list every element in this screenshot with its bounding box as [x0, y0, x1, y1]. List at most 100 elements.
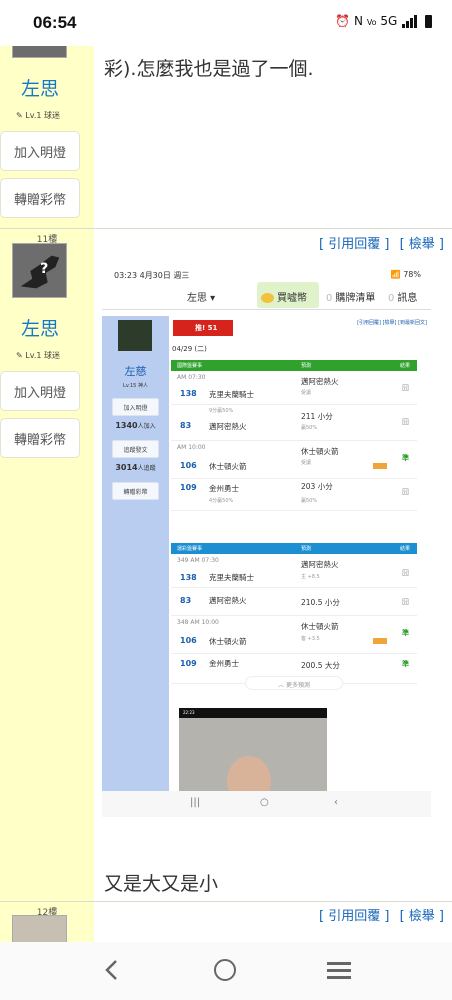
- embedded-trackers: 3014人追蹤: [102, 463, 169, 472]
- table-header-cell: 國際盤賽事: [177, 363, 203, 369]
- embedded-video-time: 22:23: [179, 708, 327, 718]
- team-name: 克里夫蘭騎士: [209, 573, 254, 582]
- table-header-cell: 結果: [400, 546, 411, 552]
- result: 囧: [402, 488, 409, 496]
- volte-icon: Vo: [366, 18, 377, 27]
- embedded-recents-icon: |||: [190, 797, 201, 808]
- post-divider: [0, 901, 452, 902]
- table-row: AM 07:30 138 克里夫蘭騎士 邁阿密熱火 受讓 囧: [171, 371, 417, 405]
- embedded-track-button: 追蹤發文: [112, 440, 159, 458]
- network-type: 5G: [380, 14, 398, 28]
- system-nav-bar: [0, 942, 452, 1000]
- follow-button[interactable]: 加入明燈: [0, 371, 80, 411]
- table-row: 349 AM 07:30 138 克里夫蘭騎士 邁阿密熱火 主 +8.5 囧: [171, 554, 417, 588]
- prediction-detail: 贏50%: [301, 425, 318, 431]
- follow-button[interactable]: 加入明燈: [0, 131, 80, 171]
- prediction: 休士頓火箭: [301, 447, 339, 456]
- embedded-follow-button: 加入明燈: [112, 398, 159, 416]
- table-row: AM 10:00 106 休士頓火箭 休士頓火箭 受讓 準: [171, 441, 417, 479]
- result: 準: [402, 660, 409, 668]
- table-row: 9分贏50% 83 邁阿密熱火 211 小分 贏50% 囧: [171, 405, 417, 441]
- report-link[interactable]: [ 檢舉 ]: [400, 237, 444, 252]
- user-level-text: Lv.1 球迷: [25, 351, 60, 360]
- team-name: 金州勇士: [209, 484, 239, 493]
- username[interactable]: 左思: [0, 74, 80, 101]
- user-level-text: Lv.1 球迷: [25, 111, 60, 120]
- table-header-cell: 結果: [400, 363, 411, 369]
- embedded-cart-count: 0: [326, 293, 333, 304]
- quote-reply-link[interactable]: [ 引用回覆 ]: [319, 237, 389, 252]
- embedded-nav: 左思 ▾ 買嘘幣 0 購牌清單 0 訊息: [102, 280, 431, 310]
- post-actions: [ 引用回覆 ] [ 檢舉 ]: [313, 905, 444, 924]
- team-number: 138: [180, 573, 197, 582]
- person-image: [227, 756, 271, 791]
- team-name: 休士頓火箭: [209, 637, 247, 646]
- embedded-system-nav: ||| ○ ‹: [102, 791, 431, 817]
- team-number: 83: [180, 596, 192, 605]
- embedded-user-menu: 左思 ▾: [187, 293, 216, 304]
- table-header: 運彩盤賽事 預測 結果: [171, 543, 417, 554]
- attached-screenshot[interactable]: 03:23 4月30日 週三 📶 78% 左思 ▾ 買嘘幣 0 購牌清單 0 訊息 …: [102, 264, 431, 817]
- embedded-video-thumbnail: 22:23: [179, 708, 327, 791]
- prediction: 邁阿密熱火: [301, 377, 339, 386]
- report-link[interactable]: [ 檢舉 ]: [400, 909, 444, 924]
- alarm-icon: ⏰: [335, 14, 351, 28]
- embedded-cart-label: 購牌清單: [335, 293, 376, 304]
- nfc-icon: N: [354, 14, 363, 28]
- recent-apps-icon[interactable]: [327, 962, 351, 979]
- result: 準: [402, 629, 409, 637]
- embedded-table-intl: 國際盤賽事 預測 結果 AM 07:30 138 克里夫蘭騎士 邁阿密熱火 受讓…: [171, 360, 417, 511]
- home-icon[interactable]: [214, 959, 236, 981]
- team-number: 106: [180, 461, 197, 470]
- embedded-date: 04/29 (二): [172, 345, 207, 353]
- username[interactable]: 左思: [0, 314, 80, 341]
- avatar[interactable]: [12, 915, 67, 942]
- gift-coins-button[interactable]: 轉贈彩幣: [0, 178, 80, 218]
- embedded-followers-label: 人加入: [137, 423, 156, 430]
- game-time: AM 07:30: [177, 374, 206, 381]
- avatar[interactable]: ?: [12, 243, 67, 298]
- quote-reply-link[interactable]: [ 引用回覆 ]: [319, 909, 389, 924]
- team-name: 邁阿密熱火: [209, 596, 247, 605]
- prediction-detail: 贏50%: [301, 498, 318, 504]
- embedded-cart: 0 購牌清單: [326, 289, 375, 304]
- hot-tag-icon: [373, 463, 387, 469]
- result: 囧: [402, 384, 409, 392]
- embedded-push-badge: 推! 51: [173, 320, 233, 336]
- default-avatar-icon: ?: [13, 244, 66, 297]
- prediction: 200.5 大分: [301, 661, 340, 670]
- svg-text:?: ?: [40, 261, 48, 277]
- gift-coins-button[interactable]: 轉贈彩幣: [0, 418, 80, 458]
- result: 準: [402, 454, 409, 462]
- post-text-line: 彩).怎麼我也是過了一個.: [104, 58, 314, 80]
- embedded-buy-label: 買嘘幣: [277, 293, 307, 304]
- embedded-post-body: 推! 51 [引用回覆] [檢舉] [到最新回文] 04/29 (二) 國際盤賽…: [169, 316, 431, 791]
- team-number: 83: [180, 421, 192, 430]
- status-time: 06:54: [33, 13, 77, 32]
- coin-icon: [261, 293, 274, 303]
- embedded-username: 左慈: [124, 365, 147, 378]
- back-icon[interactable]: [100, 958, 124, 982]
- team-number: 106: [180, 636, 197, 645]
- signal-icon: [401, 14, 418, 28]
- battery-icon: [425, 15, 432, 28]
- game-time: 348 AM 10:00: [177, 619, 219, 626]
- video-frame: [179, 718, 327, 791]
- prediction: 203 小分: [301, 482, 333, 491]
- prediction-detail: 主 +8.5: [301, 574, 320, 580]
- prediction-detail: 受讓: [301, 460, 312, 466]
- embedded-gift-button: 轉贈彩幣: [112, 482, 159, 500]
- status-bar: 06:54 ⏰ N Vo 5G: [0, 0, 452, 46]
- embedded-table-lottery: 運彩盤賽事 預測 結果 349 AM 07:30 138 克里夫蘭騎士 邁阿密熱…: [171, 543, 417, 684]
- embedded-more-button: ︿ 更多預測: [245, 676, 343, 690]
- embedded-back-icon: ‹: [334, 797, 338, 808]
- embedded-messages: 0 訊息: [388, 289, 417, 304]
- table-row: 109 金州勇士 4分贏50% 203 小分 贏50% 囧: [171, 479, 417, 511]
- embedded-msg-label: 訊息: [397, 293, 418, 304]
- table-header-cell: 預測: [301, 546, 312, 552]
- embedded-trackers-label: 人追蹤: [137, 465, 156, 472]
- spread-info: 9分贏50%: [209, 408, 234, 414]
- prediction: 休士頓火箭: [301, 622, 339, 631]
- hot-tag-icon: [373, 638, 387, 644]
- embedded-level: Lv.15 神人: [123, 383, 148, 389]
